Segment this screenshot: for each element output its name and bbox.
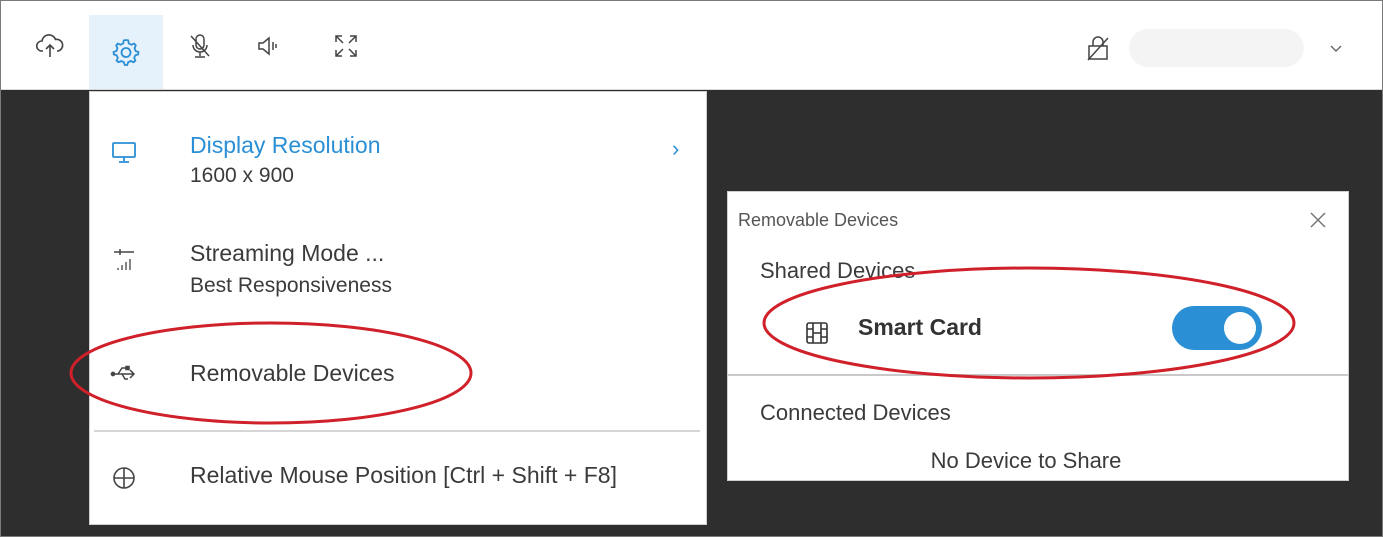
upload-icon [35, 34, 64, 57]
microphone-muted-icon [190, 34, 210, 58]
chevron-down-icon [1330, 45, 1342, 52]
fullscreen-icon [335, 35, 357, 57]
menu-item-relative-mouse-position[interactable]: Relative Mouse Position [Ctrl + Shift + … [90, 446, 706, 516]
removable-devices-panel: Removable Devices Shared Devices Smart C… [727, 191, 1349, 481]
user-menu-button[interactable] [1321, 33, 1351, 63]
smart-card-label: Smart Card [858, 314, 982, 340]
menu-item-removable-devices[interactable]: Removable Devices [90, 342, 706, 406]
streaming-signal-icon [104, 240, 144, 280]
no-device-message: No Device to Share [930, 448, 1122, 473]
close-icon [1310, 212, 1326, 228]
menu-item-title: Removable Devices [190, 360, 395, 386]
toggle-knob [1224, 312, 1256, 344]
user-name-blurred [1129, 29, 1304, 67]
shared-devices-heading: Shared Devices [760, 258, 916, 283]
menu-item-title: Display Resolution [190, 132, 381, 158]
connected-devices-heading: Connected Devices [760, 400, 951, 425]
app-window: Display Resolution 1600 x 900 › Streamin… [0, 0, 1383, 537]
lock-button[interactable] [1079, 29, 1117, 67]
gear-icon [112, 39, 140, 66]
upload-button[interactable] [19, 15, 81, 77]
smart-card-icon [804, 320, 830, 346]
menu-item-title: Streaming Mode ... [190, 240, 385, 266]
submenu-arrow-icon: › [672, 136, 680, 161]
monitor-icon [104, 132, 144, 172]
menu-item-display-resolution[interactable]: Display Resolution 1600 x 900 › [90, 92, 706, 204]
settings-button[interactable] [89, 15, 163, 89]
speaker-icon [258, 36, 277, 56]
menu-item-streaming-mode[interactable]: Streaming Mode ... Best Responsiveness [90, 222, 706, 312]
menu-item-subtitle: Best Responsiveness [190, 274, 392, 297]
menu-divider [94, 430, 700, 432]
toolbar [1, 1, 1382, 90]
menu-item-subtitle: 1600 x 900 [190, 164, 294, 187]
panel-divider [728, 374, 1348, 376]
microphone-button[interactable] [169, 15, 231, 77]
panel-title: Removable Devices [738, 210, 899, 230]
fullscreen-button[interactable] [315, 15, 377, 77]
crosshair-icon [104, 458, 144, 498]
usb-icon [104, 354, 144, 394]
speaker-button[interactable] [237, 15, 299, 77]
lock-icon [1087, 36, 1109, 61]
menu-item-title: Relative Mouse Position [Ctrl + Shift + … [190, 462, 617, 488]
settings-menu: Display Resolution 1600 x 900 › Streamin… [89, 91, 707, 525]
smart-card-toggle[interactable] [1172, 306, 1262, 350]
close-button[interactable] [1304, 206, 1332, 234]
